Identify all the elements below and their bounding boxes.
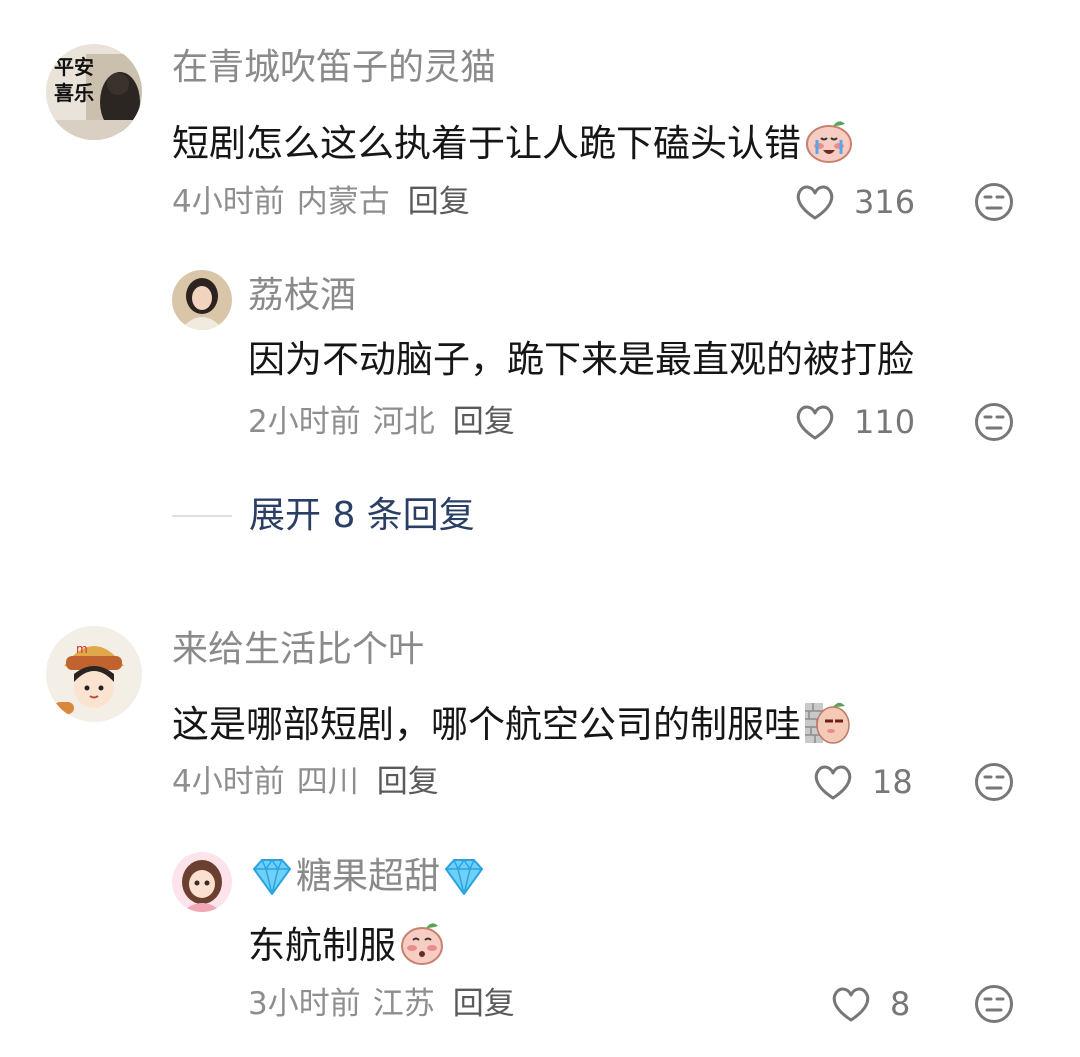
- reply-username[interactable]: 荔枝酒: [248, 274, 356, 318]
- comment-meta: 4小时前 内蒙古 回复: [172, 182, 470, 222]
- comment-text: 这是哪部短剧，哪个航空公司的制服哇: [172, 697, 853, 756]
- reply-button[interactable]: 回复: [377, 762, 439, 802]
- divider: [172, 515, 232, 517]
- comment-location: 四川: [296, 764, 359, 800]
- dislike-button[interactable]: [974, 762, 1014, 806]
- reply-username-text: 糖果超甜: [296, 856, 441, 897]
- like-count: 110: [854, 403, 916, 441]
- crying-face-sticker-icon: [803, 116, 855, 175]
- avatar[interactable]: [172, 852, 232, 912]
- comment-time: 4小时前: [172, 184, 285, 220]
- comment-text-content: 这是哪部短剧，哪个航空公司的制服哇: [172, 703, 801, 746]
- comment-text-content: 短剧怎么这么执着于让人跪下磕头认错: [172, 122, 801, 165]
- comment-time: 4小时前: [172, 764, 285, 800]
- like-button[interactable]: 8: [830, 984, 910, 1024]
- heart-icon: [832, 987, 870, 1022]
- reply-meta: 2小时前 河北 回复: [248, 402, 515, 442]
- like-button[interactable]: 18: [812, 762, 913, 802]
- dislike-button[interactable]: [974, 984, 1014, 1028]
- comment-username[interactable]: 来给生活比个叶: [172, 628, 424, 672]
- shy-sticker-icon: [398, 918, 446, 977]
- meh-face-icon: [975, 403, 1013, 441]
- heart-icon: [814, 765, 852, 800]
- expand-replies-label: 展开 8 条回复: [249, 495, 475, 536]
- diamond-icon: [445, 858, 484, 895]
- avatar[interactable]: 平安喜乐: [46, 44, 142, 140]
- expand-replies-button[interactable]: 展开 8 条回复: [172, 494, 475, 538]
- avatar-calligraphy: 平安喜乐: [54, 55, 94, 105]
- reply-time: 2小时前: [248, 404, 361, 440]
- reply-text: 东航制服: [248, 918, 446, 977]
- meh-face-icon: [975, 763, 1013, 801]
- reply-text: 因为不动脑子，跪下来是最直观的被打脸: [248, 338, 914, 381]
- diamond-icon: [253, 858, 291, 895]
- avatar[interactable]: m: [46, 626, 142, 722]
- reply-meta: 3小时前 江苏 回复: [248, 984, 515, 1024]
- like-count: 8: [890, 985, 911, 1023]
- like-count: 316: [854, 183, 916, 221]
- comment-meta: 4小时前 四川 回复: [172, 762, 439, 802]
- heart-icon: [796, 185, 834, 220]
- svg-text:m: m: [76, 642, 88, 656]
- like-button[interactable]: 316: [794, 182, 915, 222]
- reply-time: 3小时前: [248, 986, 361, 1022]
- dislike-button[interactable]: [974, 182, 1014, 226]
- dislike-button[interactable]: [974, 402, 1014, 446]
- comment-text: 短剧怎么这么执着于让人跪下磕头认错: [172, 116, 855, 175]
- comment-username[interactable]: 在青城吹笛子的灵猫: [172, 46, 496, 90]
- reply-username[interactable]: 糖果超甜: [248, 855, 488, 899]
- meh-face-icon: [975, 985, 1013, 1023]
- meh-face-icon: [975, 183, 1013, 221]
- reply-button[interactable]: 回复: [453, 984, 515, 1024]
- comment-location: 内蒙古: [296, 184, 390, 220]
- peeking-sticker-icon: [803, 697, 853, 756]
- reply-location: 江苏: [372, 986, 435, 1022]
- reply-button[interactable]: 回复: [453, 402, 515, 442]
- reply-text-content: 东航制服: [248, 924, 396, 967]
- like-button[interactable]: 110: [794, 402, 915, 442]
- reply-button[interactable]: 回复: [408, 182, 470, 222]
- heart-icon: [796, 405, 834, 440]
- like-count: 18: [872, 763, 913, 801]
- reply-location: 河北: [372, 404, 435, 440]
- avatar[interactable]: [172, 270, 232, 330]
